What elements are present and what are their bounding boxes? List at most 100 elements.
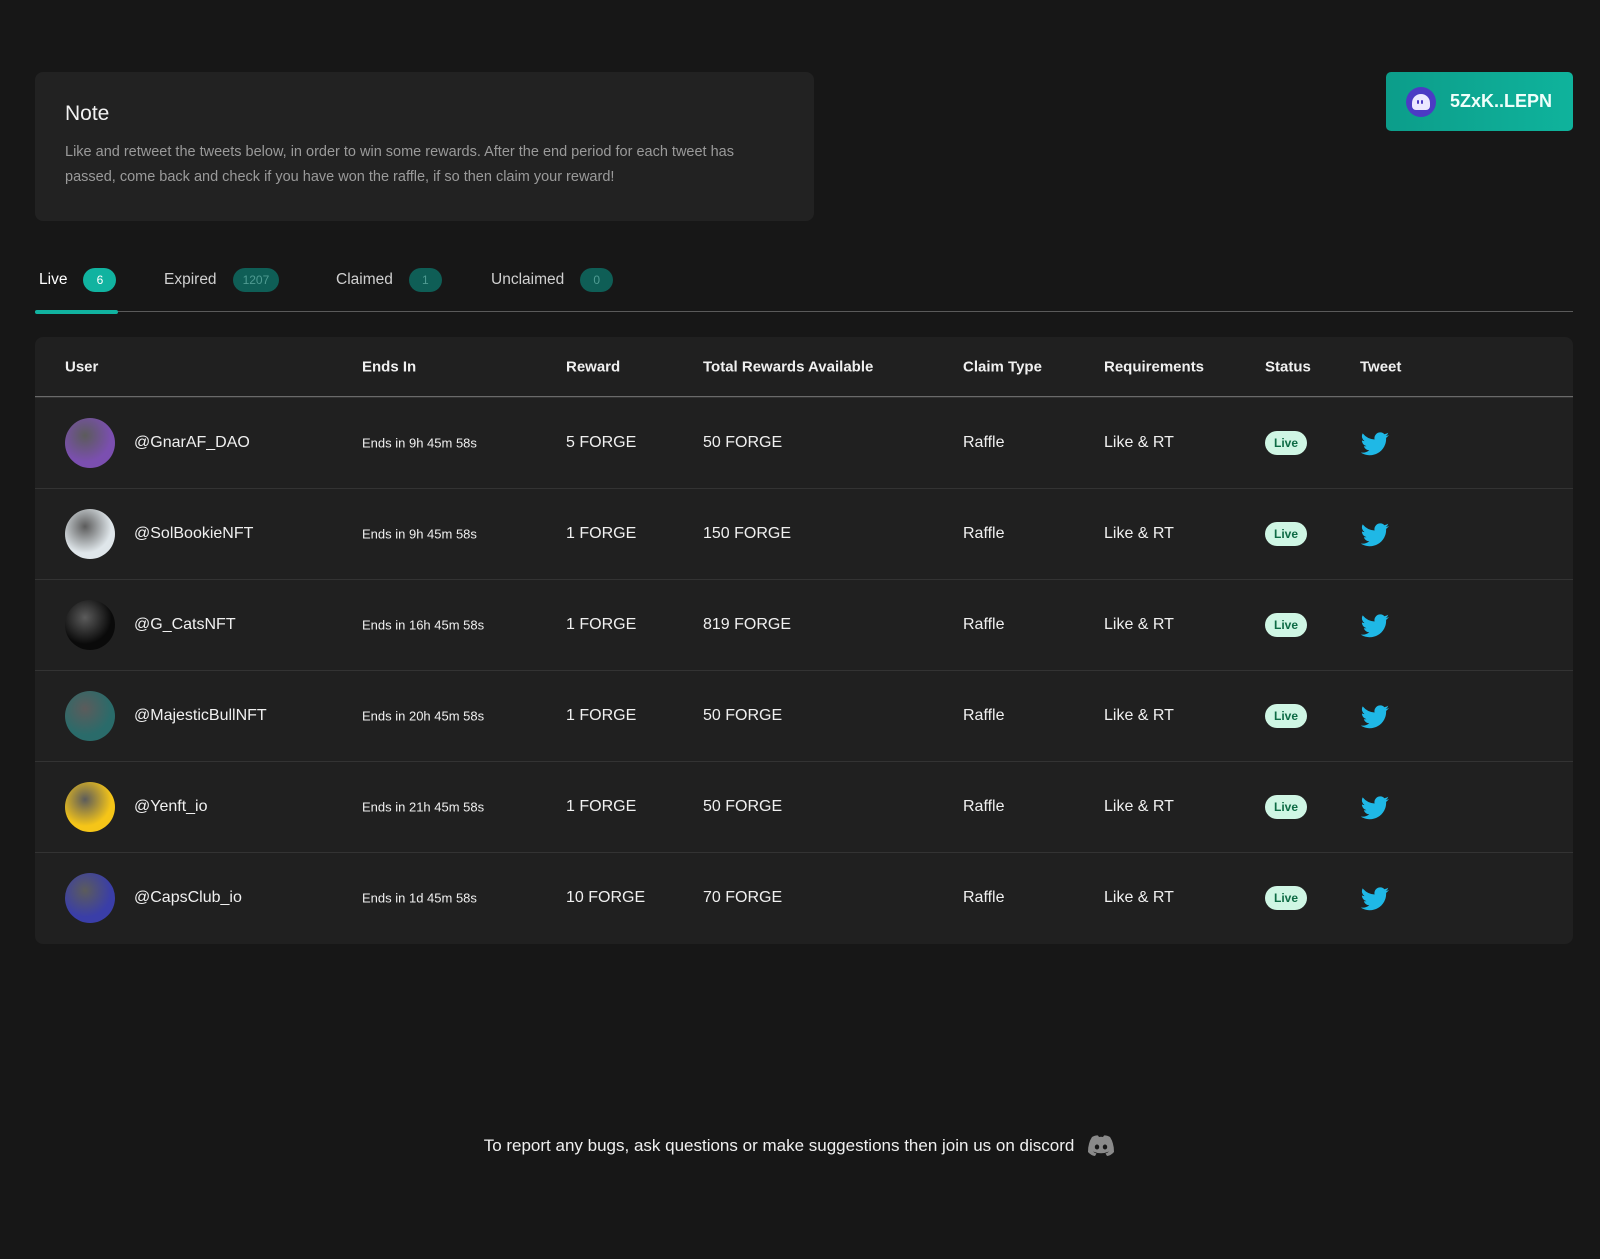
requirements: Like & RT [1104,616,1174,634]
header-user: User [65,358,98,375]
requirements: Like & RT [1104,434,1174,452]
claim-type: Raffle [963,525,1005,543]
tab-claimed[interactable]: Claimed 1 [336,268,442,292]
table-row: @GnarAF_DAO Ends in 9h 45m 58s 5 FORGE 5… [35,397,1573,488]
claim-type: Raffle [963,707,1005,725]
table-row: @CapsClub_io Ends in 1d 45m 58s 10 FORGE… [35,852,1573,943]
user-handle: @MajesticBullNFT [134,707,267,725]
tab-expired[interactable]: Expired 1207 [164,268,279,292]
user-avatar [65,782,115,832]
raffles-table: User Ends In Reward Total Rewards Availa… [35,337,1573,944]
user-avatar [65,418,115,468]
user-handle: @G_CatsNFT [134,616,236,634]
header-total-rewards: Total Rewards Available [703,358,873,375]
user-cell[interactable]: @Yenft_io [65,782,207,832]
table-row: @MajesticBullNFT Ends in 20h 45m 58s 1 F… [35,670,1573,761]
tab-unclaimed[interactable]: Unclaimed 0 [491,268,613,292]
ends-in: Ends in 21h 45m 58s [362,800,484,815]
twitter-icon[interactable] [1360,794,1390,820]
tab-live[interactable]: Live 6 [39,268,116,292]
tab-label: Live [39,271,67,289]
ends-in: Ends in 1d 45m 58s [362,891,477,906]
user-avatar [65,873,115,923]
tweet-link[interactable] [1360,521,1390,547]
ends-in: Ends in 9h 45m 58s [362,527,477,542]
wallet-button[interactable]: 5ZxK..LEPN [1386,72,1573,131]
user-handle: @Yenft_io [134,798,207,816]
tweet-link[interactable] [1360,612,1390,638]
reward: 1 FORGE [566,525,636,543]
tab-count: 6 [83,268,116,292]
footer-text: To report any bugs, ask questions or mak… [484,1136,1075,1156]
user-handle: @GnarAF_DAO [134,434,250,452]
reward: 1 FORGE [566,707,636,725]
user-cell[interactable]: @SolBookieNFT [65,509,253,559]
twitter-icon[interactable] [1360,521,1390,547]
tab-count: 1 [409,268,442,292]
table-header: User Ends In Reward Total Rewards Availa… [35,337,1573,397]
total-rewards: 50 FORGE [703,707,782,725]
twitter-icon[interactable] [1360,612,1390,638]
reward: 1 FORGE [566,798,636,816]
total-rewards: 819 FORGE [703,616,791,634]
reward: 1 FORGE [566,616,636,634]
user-avatar [65,691,115,741]
user-cell[interactable]: @G_CatsNFT [65,600,236,650]
claim-type: Raffle [963,616,1005,634]
status-badge: Live [1265,613,1307,637]
claim-type: Raffle [963,798,1005,816]
user-avatar [65,600,115,650]
tab-label: Expired [164,271,217,289]
user-cell[interactable]: @MajesticBullNFT [65,691,267,741]
twitter-icon[interactable] [1360,430,1390,456]
reward: 5 FORGE [566,434,636,452]
total-rewards: 50 FORGE [703,434,782,452]
tweet-link[interactable] [1360,885,1390,911]
tab-label: Unclaimed [491,271,564,289]
discord-icon[interactable] [1086,1134,1116,1158]
ends-in: Ends in 9h 45m 58s [362,436,477,451]
tweet-link[interactable] [1360,794,1390,820]
header-requirements: Requirements [1104,358,1204,375]
header-ends-in: Ends In [362,358,416,375]
twitter-icon[interactable] [1360,885,1390,911]
header-reward: Reward [566,358,620,375]
tweet-link[interactable] [1360,430,1390,456]
user-avatar [65,509,115,559]
user-handle: @SolBookieNFT [134,525,253,543]
user-cell[interactable]: @GnarAF_DAO [65,418,250,468]
status-badge: Live [1265,522,1307,546]
twitter-icon[interactable] [1360,703,1390,729]
header-tweet: Tweet [1360,358,1401,375]
status-badge: Live [1265,886,1307,910]
tab-count: 1207 [233,268,280,292]
requirements: Like & RT [1104,889,1174,907]
header-status: Status [1265,358,1311,375]
header-claim-type: Claim Type [963,358,1042,375]
footer: To report any bugs, ask questions or mak… [0,1134,1600,1158]
tab-bar: Live 6 Expired 1207 Claimed 1 Unclaimed 0 [35,262,1573,312]
ends-in: Ends in 16h 45m 58s [362,618,484,633]
note-title: Note [65,102,784,126]
total-rewards: 50 FORGE [703,798,782,816]
claim-type: Raffle [963,434,1005,452]
note-panel: Note Like and retweet the tweets below, … [35,72,814,221]
status-badge: Live [1265,704,1307,728]
status-badge: Live [1265,795,1307,819]
user-cell[interactable]: @CapsClub_io [65,873,242,923]
ends-in: Ends in 20h 45m 58s [362,709,484,724]
claim-type: Raffle [963,889,1005,907]
tweet-link[interactable] [1360,703,1390,729]
requirements: Like & RT [1104,798,1174,816]
phantom-ghost-icon [1406,87,1436,117]
requirements: Like & RT [1104,707,1174,725]
table-row: @Yenft_io Ends in 21h 45m 58s 1 FORGE 50… [35,761,1573,852]
table-row: @G_CatsNFT Ends in 16h 45m 58s 1 FORGE 8… [35,579,1573,670]
status-badge: Live [1265,431,1307,455]
active-tab-indicator [35,310,118,314]
table-row: @SolBookieNFT Ends in 9h 45m 58s 1 FORGE… [35,488,1573,579]
total-rewards: 70 FORGE [703,889,782,907]
tab-count: 0 [580,268,613,292]
tab-label: Claimed [336,271,393,289]
wallet-address: 5ZxK..LEPN [1450,91,1552,112]
